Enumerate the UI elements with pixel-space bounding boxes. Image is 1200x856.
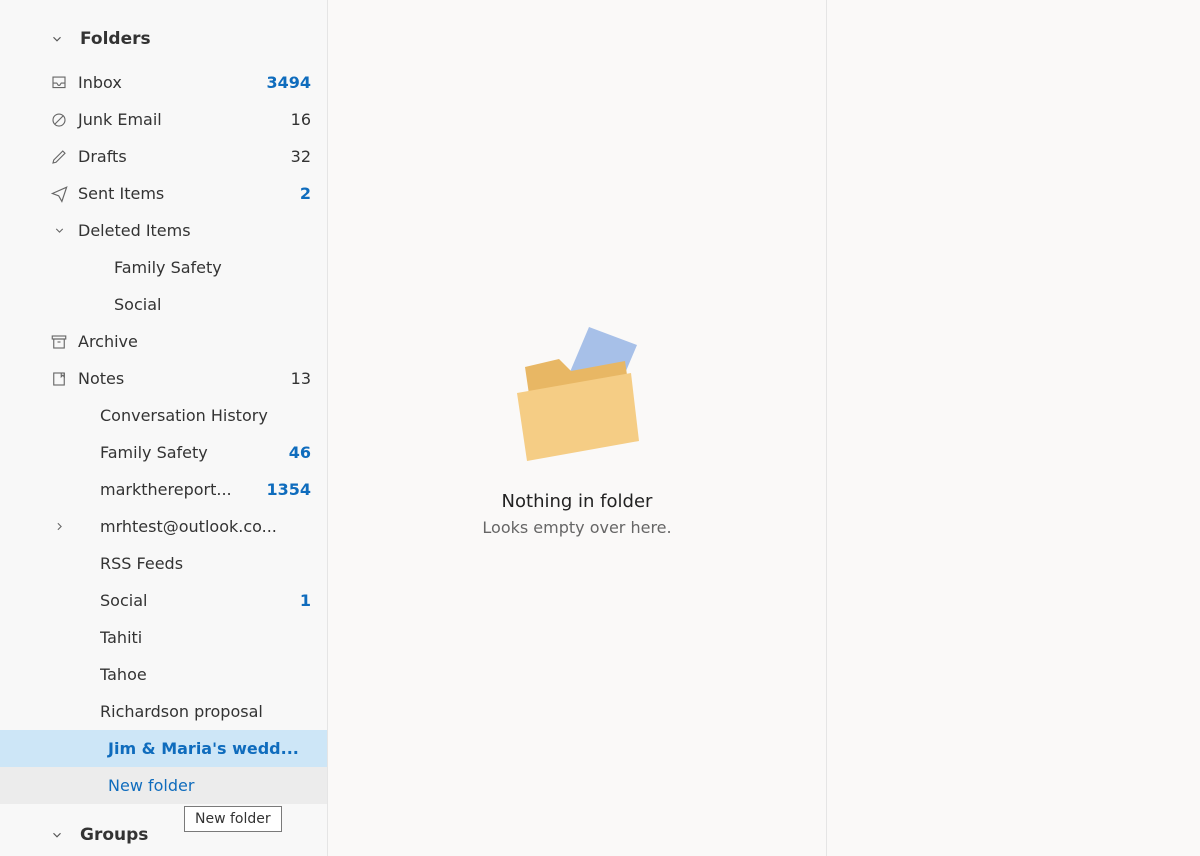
folder-inbox[interactable]: Inbox 3494 bbox=[48, 64, 327, 101]
folder-label: Family Safety bbox=[114, 258, 315, 277]
folder-junk[interactable]: Junk Email 16 bbox=[48, 101, 327, 138]
folder-count: 13 bbox=[271, 369, 315, 388]
folders-list: Inbox 3494 Junk Email 16 Drafts 32 bbox=[48, 60, 327, 804]
folder-social[interactable]: Social 1 bbox=[48, 582, 327, 619]
folder-label: Junk Email bbox=[70, 110, 271, 129]
folder-label: Family Safety bbox=[100, 443, 271, 462]
folder-label: Tahoe bbox=[100, 665, 315, 684]
groups-header-label: Groups bbox=[80, 825, 148, 845]
folder-label: Sent Items bbox=[70, 184, 271, 203]
chevron-right-icon bbox=[48, 520, 70, 533]
folder-notes[interactable]: Notes 13 bbox=[48, 360, 327, 397]
empty-state-subtitle: Looks empty over here. bbox=[482, 518, 671, 537]
folder-tahiti[interactable]: Tahiti bbox=[48, 619, 327, 656]
folder-deleted-family-safety[interactable]: Family Safety bbox=[48, 249, 327, 286]
folder-count: 32 bbox=[271, 147, 315, 166]
new-folder-button[interactable]: New folder bbox=[0, 767, 327, 804]
folder-count: 2 bbox=[271, 184, 315, 203]
chevron-down-icon bbox=[48, 30, 66, 48]
folder-drafts[interactable]: Drafts 32 bbox=[48, 138, 327, 175]
folder-label: Jim & Maria's wedd... bbox=[48, 739, 315, 758]
folder-sent[interactable]: Sent Items 2 bbox=[48, 175, 327, 212]
notes-icon bbox=[48, 368, 70, 390]
folder-label: Richardson proposal bbox=[100, 702, 315, 721]
folder-label: Tahiti bbox=[100, 628, 315, 647]
folder-sidebar: Folders Inbox 3494 Junk Email 16 bbox=[0, 0, 328, 856]
folder-conversation-history[interactable]: Conversation History bbox=[48, 397, 327, 434]
folder-rss[interactable]: RSS Feeds bbox=[48, 545, 327, 582]
folder-count: 16 bbox=[271, 110, 315, 129]
folder-label: Conversation History bbox=[100, 406, 315, 425]
folder-label: Deleted Items bbox=[70, 221, 191, 240]
folders-header-label: Folders bbox=[80, 29, 151, 49]
folder-richardson-proposal[interactable]: Richardson proposal bbox=[48, 693, 327, 730]
folder-deleted-social[interactable]: Social bbox=[48, 286, 327, 323]
folder-label: Inbox bbox=[70, 73, 266, 92]
archive-icon bbox=[48, 331, 70, 353]
folder-label: mrhtest@outlook.co... bbox=[70, 517, 327, 536]
folder-count: 46 bbox=[271, 443, 315, 462]
folder-mrhtest[interactable]: mrhtest@outlook.co... bbox=[48, 508, 327, 545]
drafts-icon bbox=[48, 146, 70, 168]
folder-label: Drafts bbox=[70, 147, 271, 166]
folder-count: 3494 bbox=[266, 73, 315, 92]
folder-label: RSS Feeds bbox=[100, 554, 315, 573]
empty-folder-panel: Nothing in folder Looks empty over here. bbox=[328, 0, 827, 856]
folder-label: Archive bbox=[70, 332, 315, 351]
junk-icon bbox=[48, 109, 70, 131]
message-list-pane: Nothing in folder Looks empty over here. bbox=[328, 0, 1200, 856]
new-folder-tooltip: New folder bbox=[184, 806, 282, 832]
folder-count: 1 bbox=[271, 591, 315, 610]
folder-archive[interactable]: Archive bbox=[48, 323, 327, 360]
new-folder-label: New folder bbox=[48, 776, 315, 795]
empty-state-title: Nothing in folder bbox=[502, 491, 653, 512]
app-root: Folders Inbox 3494 Junk Email 16 bbox=[0, 0, 1200, 856]
folder-deleted[interactable]: Deleted Items bbox=[48, 212, 327, 249]
folders-section-header[interactable]: Folders bbox=[48, 18, 327, 60]
folder-family-safety[interactable]: Family Safety 46 bbox=[48, 434, 327, 471]
folder-label: Social bbox=[100, 591, 271, 610]
inbox-icon bbox=[48, 72, 70, 94]
folder-markthereport[interactable]: markthereport... 1354 bbox=[48, 471, 327, 508]
chevron-down-icon bbox=[48, 224, 70, 237]
folder-tahoe[interactable]: Tahoe bbox=[48, 656, 327, 693]
folder-label: Notes bbox=[70, 369, 271, 388]
folder-label: Social bbox=[114, 295, 315, 314]
folder-count: 1354 bbox=[266, 480, 315, 499]
chevron-down-icon bbox=[48, 826, 66, 844]
folder-jim-maria-wedding[interactable]: Jim & Maria's wedd... bbox=[0, 730, 327, 767]
folder-label: markthereport... bbox=[100, 480, 266, 499]
sent-icon bbox=[48, 183, 70, 205]
empty-folder-illustration bbox=[497, 319, 657, 469]
